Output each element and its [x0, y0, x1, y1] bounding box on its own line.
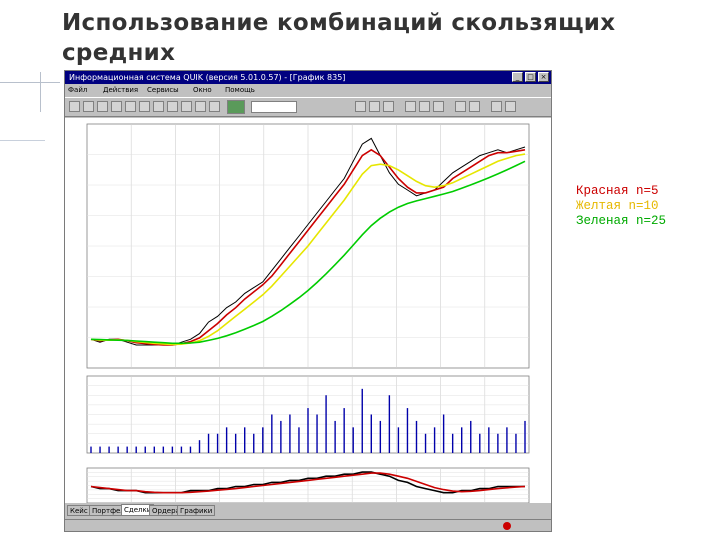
toolbar-button[interactable] [125, 101, 136, 112]
toolbar-button[interactable] [383, 101, 394, 112]
chart-panels[interactable] [65, 118, 551, 503]
toolbar-button[interactable] [181, 101, 192, 112]
toolbar [65, 97, 551, 117]
toolbar-button[interactable] [419, 101, 430, 112]
toolbar-button[interactable] [491, 101, 502, 112]
menu-item[interactable]: Действия [103, 84, 138, 96]
chart-icon[interactable] [227, 100, 245, 114]
slide-title: Использование комбинаций скользящих сред… [62, 10, 616, 66]
menu-item[interactable]: Файл [68, 84, 87, 96]
toolbar-button[interactable] [69, 101, 80, 112]
toolbar-button[interactable] [111, 101, 122, 112]
window-titlebar[interactable]: Информационная система QUIK (версия 5.01… [65, 71, 551, 84]
decorative-line [0, 140, 45, 141]
toolbar-button[interactable] [209, 101, 220, 112]
menu-item[interactable]: Сервисы [147, 84, 179, 96]
tab-grafiki[interactable]: Графики [177, 505, 216, 516]
ma-legend: Красная n=5 Желтая n=10 Зеленая n=25 [576, 184, 666, 229]
decorative-line [40, 72, 41, 112]
toolbar-button[interactable] [139, 101, 150, 112]
tab-kejs[interactable]: Кейс [67, 505, 91, 516]
toolbar-button[interactable] [83, 101, 94, 112]
menu-bar: Файл Действия Сервисы Окно Помощь [65, 84, 551, 96]
legend-yellow: Желтая n=10 [576, 199, 659, 213]
quik-window: Информационная система QUIK (версия 5.01… [64, 70, 552, 532]
menu-item[interactable]: Окно [193, 84, 212, 96]
toolbar-button[interactable] [355, 101, 366, 112]
toolbar-button[interactable] [195, 101, 206, 112]
minimize-button[interactable]: _ [512, 72, 523, 82]
toolbar-button[interactable] [97, 101, 108, 112]
interval-select[interactable] [251, 101, 297, 113]
toolbar-button[interactable] [369, 101, 380, 112]
maximize-button[interactable]: □ [525, 72, 536, 82]
toolbar-button[interactable] [405, 101, 416, 112]
menu-item[interactable]: Помощь [225, 84, 255, 96]
status-bar [65, 519, 551, 532]
toolbar-button[interactable] [469, 101, 480, 112]
decorative-line [0, 82, 60, 83]
toolbar-button[interactable] [167, 101, 178, 112]
toolbar-button[interactable] [455, 101, 466, 112]
toolbar-button[interactable] [433, 101, 444, 112]
tab-bar: Кейс Портфель Сделки Ордера Графики [65, 504, 551, 516]
legend-green: Зеленая n=25 [576, 214, 667, 228]
legend-red: Красная n=5 [576, 184, 659, 198]
toolbar-button[interactable] [153, 101, 164, 112]
status-indicator [503, 522, 511, 530]
close-button[interactable]: × [538, 72, 549, 82]
window-title: Информационная система QUIK (версия 5.01… [69, 73, 346, 82]
toolbar-button[interactable] [505, 101, 516, 112]
